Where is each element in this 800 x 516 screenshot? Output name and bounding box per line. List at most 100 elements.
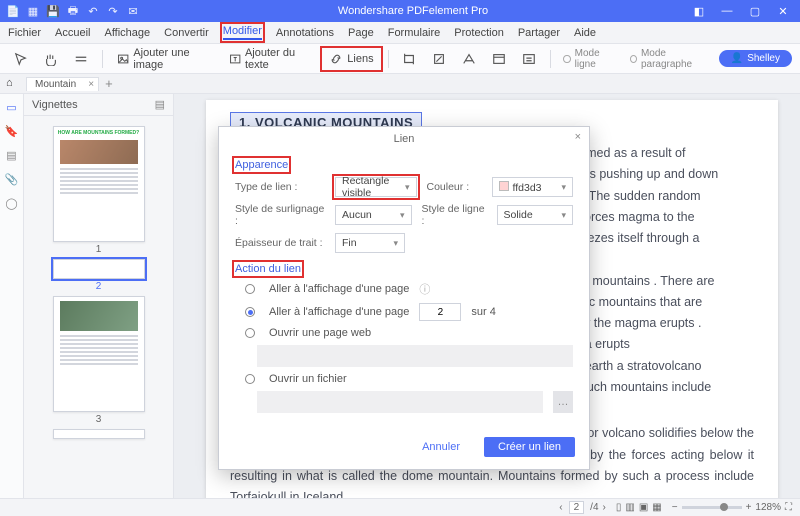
zoom-out-button[interactable]: − <box>672 502 678 513</box>
menu-affichage[interactable]: Affichage <box>104 27 150 39</box>
select-epaisseur[interactable]: Fin▾ <box>335 233 405 253</box>
doc-tab-label: Mountain <box>35 79 76 90</box>
links-button[interactable]: Liens <box>323 49 379 69</box>
view-cont-icon[interactable]: ▥ <box>625 502 634 513</box>
toolbar: Ajouter une image Ajouter du texte Liens… <box>0 44 800 74</box>
info-icon[interactable]: ⓘ <box>419 281 430 297</box>
thumbnail-page-2[interactable] <box>53 259 145 279</box>
label-style-ligne: Style de ligne : <box>422 203 487 227</box>
mode-line-label: Mode ligne <box>575 48 618 70</box>
dialog-title: Lien × <box>219 127 589 149</box>
thumbnail-page-3[interactable] <box>53 296 145 412</box>
add-tab-button[interactable]: + <box>105 76 113 91</box>
qat-open-icon[interactable]: ▦ <box>26 4 40 18</box>
menu-convertir[interactable]: Convertir <box>164 27 209 39</box>
qat-print-icon[interactable]: 🖶 <box>66 4 80 18</box>
create-link-button[interactable]: Créer un lien <box>484 437 575 457</box>
close-button[interactable]: ✕ <box>770 1 796 21</box>
menu-protection[interactable]: Protection <box>454 27 504 39</box>
qat-save-icon[interactable]: 💾 <box>46 4 60 18</box>
input-web-url[interactable] <box>257 345 573 367</box>
mode-paragraph-label: Mode paragraphe <box>641 48 711 70</box>
app-title: Wondershare PDFelement Pro <box>140 5 686 17</box>
radio-open-web[interactable] <box>245 328 255 338</box>
radio-goto-view[interactable] <box>245 284 255 294</box>
links-label: Liens <box>347 53 373 65</box>
menu-aide[interactable]: Aide <box>574 27 596 39</box>
menu-fichier[interactable]: Fichier <box>8 27 41 39</box>
add-image-button[interactable]: Ajouter une image <box>111 44 219 74</box>
user-name: Shelley <box>747 53 780 64</box>
panel-menu-icon[interactable]: ▤ <box>155 98 165 111</box>
fullscreen-icon[interactable]: ⛶ <box>785 502 792 513</box>
home-tab-icon[interactable]: ⌂ <box>6 77 20 91</box>
cancel-button[interactable]: Annuler <box>408 437 474 457</box>
mode-paragraph-radio[interactable]: Mode paragraphe <box>626 48 715 70</box>
rail-search-icon[interactable]: ◯ <box>5 196 19 210</box>
select-style-surlignage[interactable]: Aucun▾ <box>335 205 412 225</box>
header-footer-tool[interactable] <box>456 49 482 69</box>
rail-bookmarks-icon[interactable]: 🔖 <box>5 124 19 138</box>
radio-open-file[interactable] <box>245 374 255 384</box>
rail-attachments-icon[interactable]: 📎 <box>5 172 19 186</box>
select-tool[interactable] <box>8 49 34 69</box>
input-file-path[interactable] <box>257 391 543 413</box>
qat-redo-icon[interactable]: ↷ <box>106 4 120 18</box>
qat-mail-icon[interactable]: ✉ <box>126 4 140 18</box>
maximize-button[interactable]: ▢ <box>742 1 768 21</box>
radio-goto-page[interactable] <box>245 307 255 317</box>
input-page-number[interactable] <box>419 303 461 321</box>
menu-page[interactable]: Page <box>348 27 374 39</box>
qat-undo-icon[interactable]: ↶ <box>86 4 100 18</box>
hand-tool[interactable] <box>38 49 64 69</box>
bates-tool[interactable] <box>516 49 542 69</box>
doc-tab-mountain[interactable]: Mountain × <box>26 77 99 91</box>
chevron-down-icon: ▾ <box>561 182 566 193</box>
crop-tool[interactable] <box>396 49 422 69</box>
view-two-icon[interactable]: ▣ <box>639 502 648 513</box>
thumb-label-3: 3 <box>24 414 173 425</box>
dialog-close-button[interactable]: × <box>575 131 581 143</box>
menu-annotations[interactable]: Annotations <box>276 27 334 39</box>
mode-line-radio[interactable]: Mode ligne <box>559 48 621 70</box>
add-image-label: Ajouter une image <box>133 47 212 71</box>
add-text-button[interactable]: Ajouter du texte <box>223 44 320 74</box>
tab-close-icon[interactable]: × <box>88 79 94 90</box>
label-open-web: Ouvrir une page web <box>269 327 371 339</box>
menu-partager[interactable]: Partager <box>518 27 560 39</box>
statusbar: ‹ 2 /4 › ▯ ▥ ▣ ▦ − + 128% ⛶ <box>0 498 800 516</box>
notify-icon[interactable]: ◧ <box>686 1 712 21</box>
select-style-ligne[interactable]: Solide▾ <box>497 205 574 225</box>
select-type-de-lien[interactable]: Rectangle visible▾ <box>335 177 417 197</box>
view-single-icon[interactable]: ▯ <box>616 502 622 513</box>
thumbnail-page-1[interactable]: HOW ARE MOUNTAINS FORMED? <box>53 126 145 242</box>
watermark-tool[interactable] <box>426 49 452 69</box>
user-icon: 👤 <box>731 53 743 64</box>
browse-file-button[interactable]: … <box>553 391 573 413</box>
thumbnails-panel: Vignettes ▤ HOW ARE MOUNTAINS FORMED? 1 … <box>24 94 174 498</box>
rail-comments-icon[interactable]: ▤ <box>5 148 19 162</box>
view-twocont-icon[interactable]: ▦ <box>652 502 661 513</box>
select-couleur[interactable]: ffd3d3▾ <box>492 177 574 197</box>
page-current[interactable]: 2 <box>569 501 585 514</box>
label-couleur: Couleur : <box>427 181 482 193</box>
label-open-file: Ouvrir un fichier <box>269 373 347 385</box>
page-next-button[interactable]: › <box>603 502 606 513</box>
rail-thumbnails-icon[interactable]: ▭ <box>5 100 19 114</box>
edit-tool[interactable] <box>68 49 94 69</box>
add-text-label: Ajouter du texte <box>245 47 313 71</box>
chevron-down-icon: ▾ <box>393 238 398 249</box>
menu-modifier[interactable]: Modifier <box>223 25 262 40</box>
thumbnail-page-4[interactable] <box>53 429 145 439</box>
page-prev-button[interactable]: ‹ <box>559 502 562 513</box>
zoom-in-button[interactable]: + <box>746 502 752 513</box>
thumbnails-header: Vignettes ▤ <box>24 94 173 116</box>
menu-accueil[interactable]: Accueil <box>55 27 90 39</box>
minimize-button[interactable]: — <box>714 1 740 21</box>
user-pill[interactable]: 👤 Shelley <box>719 50 792 67</box>
background-tool[interactable] <box>486 49 512 69</box>
menu-formulaire[interactable]: Formulaire <box>388 27 441 39</box>
zoom-slider[interactable] <box>682 506 742 509</box>
titlebar: 📄 ▦ 💾 🖶 ↶ ↷ ✉ Wondershare PDFelement Pro… <box>0 0 800 22</box>
label-type-de-lien: Type de lien : <box>235 181 325 193</box>
